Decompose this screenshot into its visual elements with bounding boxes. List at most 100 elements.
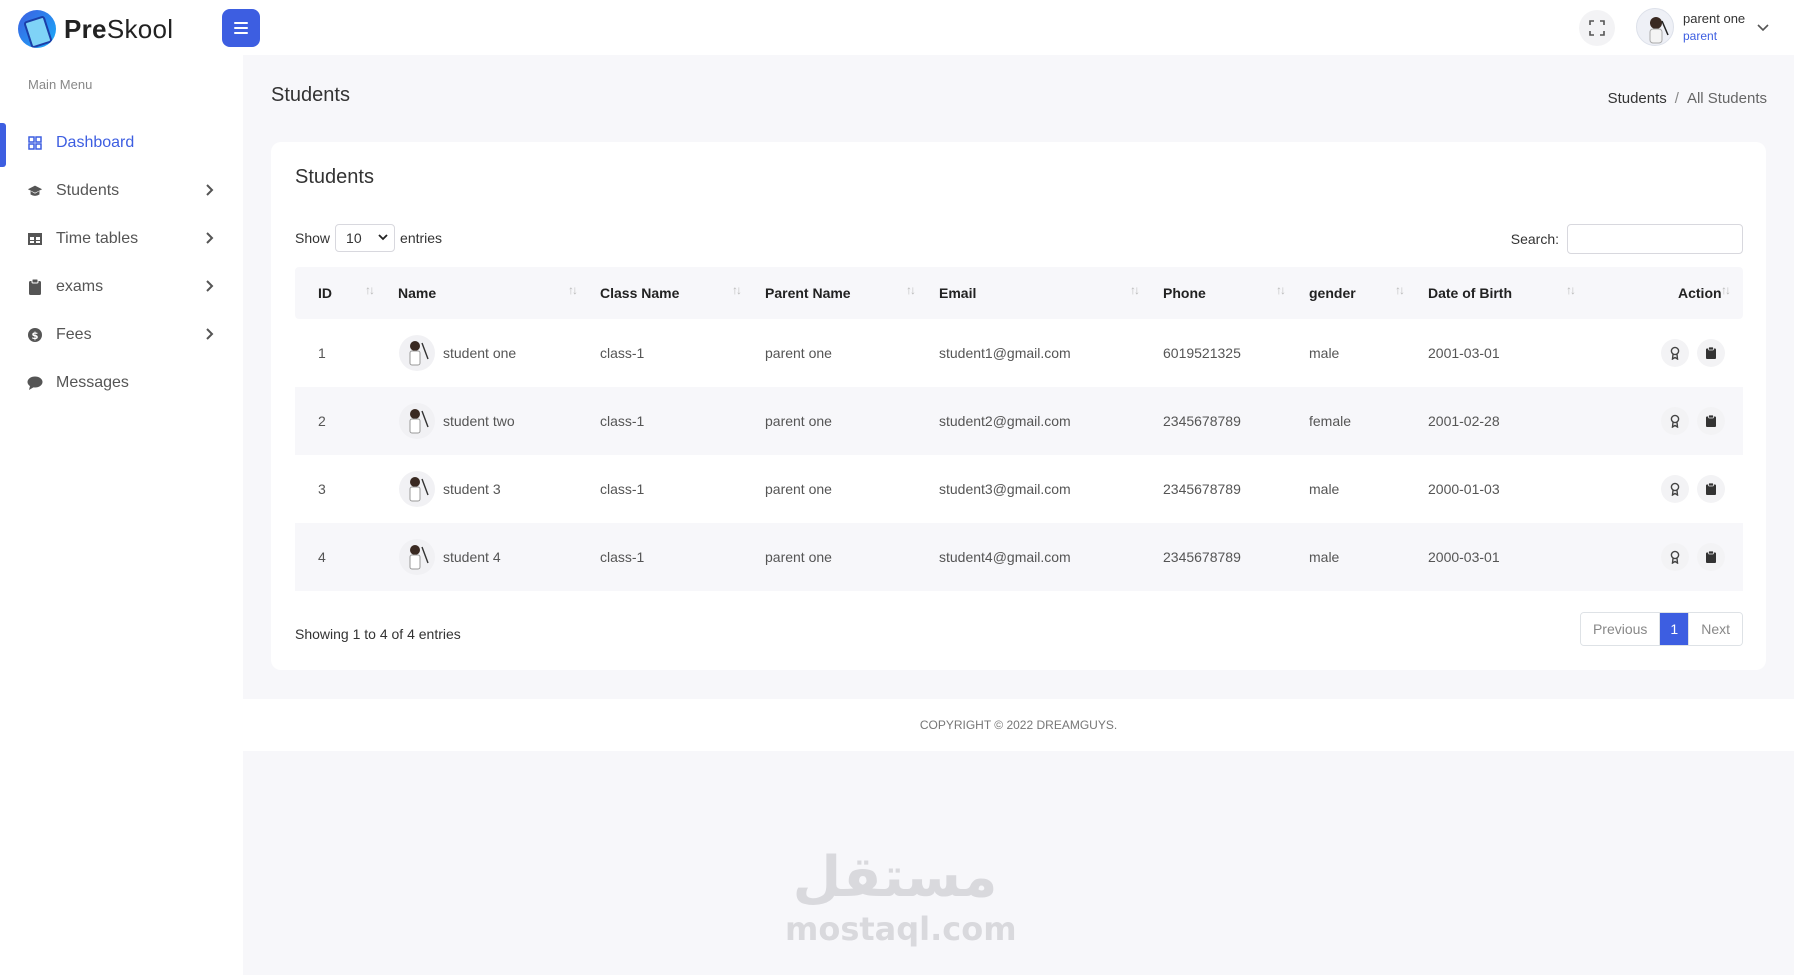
delete-button[interactable] — [1697, 475, 1725, 503]
show-label: Show — [295, 230, 331, 246]
cell-phone: 2345678789 — [1163, 549, 1241, 565]
column-header-action: Action — [1678, 285, 1722, 301]
sidebar-item-time-tables[interactable]: Time tables — [0, 219, 243, 259]
cell-gender: male — [1309, 345, 1340, 361]
sort-icon[interactable]: ↑↓ — [732, 283, 742, 297]
delete-button[interactable] — [1697, 543, 1725, 571]
expand-icon — [1589, 20, 1605, 36]
sidebar-item-fees[interactable]: $ Fees — [0, 315, 243, 355]
chevron-right-icon — [206, 184, 214, 196]
watermark-latin: mostaql.com — [785, 910, 1017, 948]
pagination: Previous 1 Next — [1579, 612, 1743, 646]
page-button-current[interactable]: 1 — [1659, 613, 1689, 645]
cell-email: student2@gmail.com — [939, 413, 1071, 429]
column-header-parent-name[interactable]: Parent Name — [765, 285, 851, 301]
chevron-down-icon — [378, 234, 388, 241]
view-button[interactable] — [1661, 475, 1689, 503]
student-avatar[interactable] — [399, 539, 435, 575]
column-header-gender[interactable]: gender — [1309, 285, 1356, 301]
cell-dob: 2001-02-28 — [1428, 413, 1500, 429]
cell-class: class-1 — [600, 481, 645, 497]
next-page-button[interactable]: Next — [1688, 613, 1742, 645]
table-row: 2 student two class-1 parent one student… — [295, 387, 1743, 455]
cell-id: 2 — [318, 413, 326, 429]
cell-dob: 2001-03-01 — [1428, 345, 1500, 361]
cell-dob: 2000-01-03 — [1428, 481, 1500, 497]
cell-name[interactable]: student 4 — [443, 549, 501, 565]
breadcrumb-current: All Students — [1686, 90, 1767, 107]
column-header-class-name[interactable]: Class Name — [600, 285, 679, 301]
user-role: parent — [1683, 29, 1718, 43]
sort-icon[interactable]: ↑↓ — [906, 283, 916, 297]
cell-class: class-1 — [600, 549, 645, 565]
sort-icon[interactable]: ↑↓ — [1721, 283, 1731, 297]
student-avatar[interactable] — [399, 403, 435, 439]
breadcrumb-link-students[interactable]: Students — [1608, 90, 1667, 107]
menu-toggle-button[interactable] — [222, 9, 260, 47]
clipboard-icon — [27, 279, 43, 295]
table-header: ID ↑↓ Name ↑↓ Class Name ↑↓ Parent Name … — [295, 267, 1743, 319]
cell-email: student1@gmail.com — [939, 345, 1071, 361]
column-header-email[interactable]: Email — [939, 285, 976, 301]
user-menu[interactable]: parent one parent — [1636, 8, 1769, 46]
sidebar-item-label: exams — [56, 278, 104, 295]
award-icon — [1670, 482, 1680, 496]
chevron-right-icon — [206, 328, 214, 340]
cell-name[interactable]: student two — [443, 413, 515, 429]
fullscreen-button[interactable] — [1579, 10, 1615, 46]
student-avatar[interactable] — [399, 335, 435, 371]
clipboard-icon — [1706, 415, 1716, 427]
column-header-date-of-birth[interactable]: Date of Birth — [1428, 285, 1512, 301]
page-size-select[interactable]: 10 — [335, 224, 396, 252]
delete-button[interactable] — [1697, 407, 1725, 435]
previous-page-button[interactable]: Previous — [1580, 613, 1660, 645]
cell-parent: parent one — [765, 549, 832, 565]
clipboard-icon — [1706, 483, 1716, 495]
cell-email: student3@gmail.com — [939, 481, 1071, 497]
menu-title: Main Menu — [28, 77, 93, 92]
user-avatar — [1636, 8, 1674, 46]
cell-class: class-1 — [600, 345, 645, 361]
sidebar-item-label: Students — [56, 182, 120, 199]
clipboard-icon — [1706, 551, 1716, 563]
sidebar-item-label: Fees — [56, 326, 92, 343]
award-icon — [1670, 414, 1680, 428]
search-label: Search: — [1510, 231, 1559, 247]
view-button[interactable] — [1661, 543, 1689, 571]
svg-text:$: $ — [32, 331, 39, 342]
sort-icon[interactable]: ↑↓ — [365, 283, 375, 297]
column-header-name[interactable]: Name — [398, 285, 436, 301]
cell-phone: 6019521325 — [1163, 345, 1241, 361]
view-button[interactable] — [1661, 407, 1689, 435]
sidebar-item-label: Time tables — [56, 230, 139, 247]
table-icon — [27, 231, 43, 247]
cell-name[interactable]: student 3 — [443, 481, 501, 497]
cell-gender: male — [1309, 481, 1340, 497]
search-input[interactable] — [1567, 224, 1743, 254]
column-header-id[interactable]: ID — [318, 285, 332, 301]
cell-name[interactable]: student one — [443, 345, 516, 361]
entries-label: entries — [400, 230, 443, 246]
grid-icon — [27, 135, 43, 151]
cell-parent: parent one — [765, 345, 832, 361]
sort-icon[interactable]: ↑↓ — [1276, 283, 1286, 297]
page-size-value: 10 — [346, 230, 362, 246]
table-row: 4 student 4 class-1 parent one student4@… — [295, 523, 1743, 591]
sort-icon[interactable]: ↑↓ — [568, 283, 578, 297]
delete-button[interactable] — [1697, 339, 1725, 367]
sidebar-item-messages[interactable]: Messages — [0, 363, 243, 403]
sort-icon[interactable]: ↑↓ — [1566, 283, 1576, 297]
table-row: 1 student one class-1 parent one student… — [295, 319, 1743, 387]
top-header: PreSkool parent one parent — [0, 0, 1794, 55]
student-avatar[interactable] — [399, 471, 435, 507]
column-header-phone[interactable]: Phone — [1163, 285, 1206, 301]
app-logo[interactable]: PreSkool — [18, 10, 173, 48]
view-button[interactable] — [1661, 339, 1689, 367]
sort-icon[interactable]: ↑↓ — [1130, 283, 1140, 297]
chevron-right-icon — [206, 280, 214, 292]
sidebar-item-exams[interactable]: exams — [0, 267, 243, 307]
card-title: Students — [295, 166, 374, 188]
sidebar-item-students[interactable]: Students — [0, 171, 243, 211]
sidebar-item-dashboard[interactable]: Dashboard — [0, 123, 243, 167]
sort-icon[interactable]: ↑↓ — [1395, 283, 1405, 297]
